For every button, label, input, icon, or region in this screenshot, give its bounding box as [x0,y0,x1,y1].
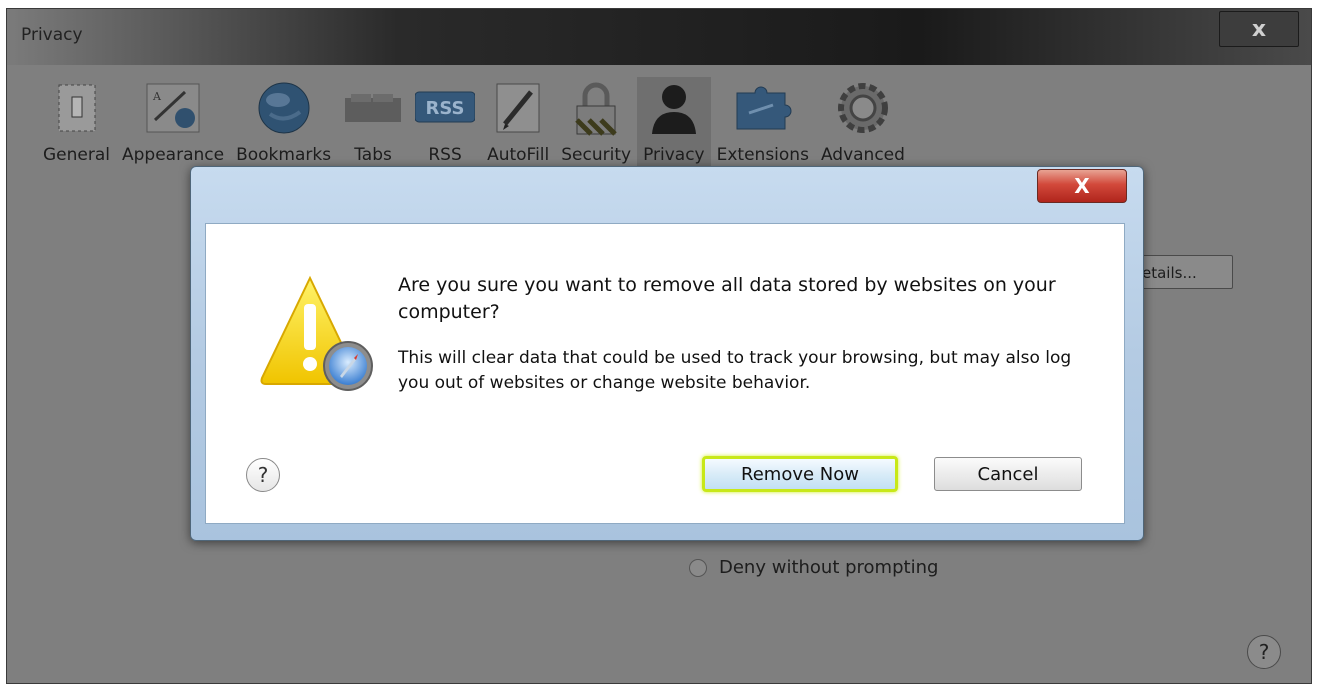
tab-label: Bookmarks [236,145,332,165]
gear-icon [833,77,893,139]
appearance-icon: A [143,77,203,139]
general-switch-icon [47,77,107,139]
tab-label: Privacy [643,145,705,165]
dialog-message: Are you sure you want to remove all data… [398,274,1056,323]
person-silhouette-icon [644,77,704,139]
window-title: Privacy [21,25,83,45]
tab-label: General [43,145,110,165]
tab-label: Extensions [716,145,809,165]
globe-icon [254,77,314,139]
remove-now-button[interactable]: Remove Now [702,456,898,492]
dialog-body: Are you sure you want to remove all data… [205,223,1125,524]
tab-label: RSS [428,145,462,165]
window-titlebar: Privacy x [7,9,1311,65]
help-button[interactable]: ? [1247,635,1281,669]
cancel-button[interactable]: Cancel [934,457,1082,491]
svg-text:A: A [152,90,162,103]
tab-bookmarks[interactable]: Bookmarks [230,77,337,177]
tab-tabs[interactable]: Tabs [337,77,409,177]
dialog-help-button[interactable]: ? [246,458,280,492]
tab-privacy[interactable]: Privacy [637,77,711,177]
dialog-close-button[interactable]: X [1037,169,1127,203]
rss-icon: RSS [415,77,476,139]
tabs-icon [343,77,403,139]
tab-label: AutoFill [487,145,550,165]
confirm-remove-data-dialog: X Are you sure you want to remove all da… [190,166,1144,541]
lock-icon [566,77,626,139]
tab-extensions[interactable]: Extensions [711,77,815,177]
warning-icon [258,274,382,398]
deny-without-prompting-option[interactable]: Deny without prompting [689,557,938,578]
details-button[interactable]: etails... [1135,255,1233,289]
tab-label: Tabs [354,145,392,165]
tab-rss[interactable]: RSS RSS [409,77,481,177]
puzzle-icon [733,77,793,139]
tab-general[interactable]: General [37,77,116,177]
tab-security[interactable]: Security [555,77,637,177]
radio-label: Deny without prompting [719,557,939,578]
tab-label: Appearance [122,145,225,165]
dialog-detail: This will clear data that could be used … [398,348,1072,393]
autofill-pencil-icon [488,77,548,139]
tab-label: Security [561,145,632,165]
preferences-toolbar: General A Appearance Bookmarks Tabs RSS … [37,77,911,177]
window-close-button[interactable]: x [1219,11,1299,47]
svg-text:RSS: RSS [426,98,465,119]
tab-label: Advanced [820,145,905,165]
tab-appearance[interactable]: A Appearance [116,77,230,177]
radio-button[interactable] [689,558,707,577]
tab-autofill[interactable]: AutoFill [481,77,555,177]
tab-advanced[interactable]: Advanced [815,77,911,177]
